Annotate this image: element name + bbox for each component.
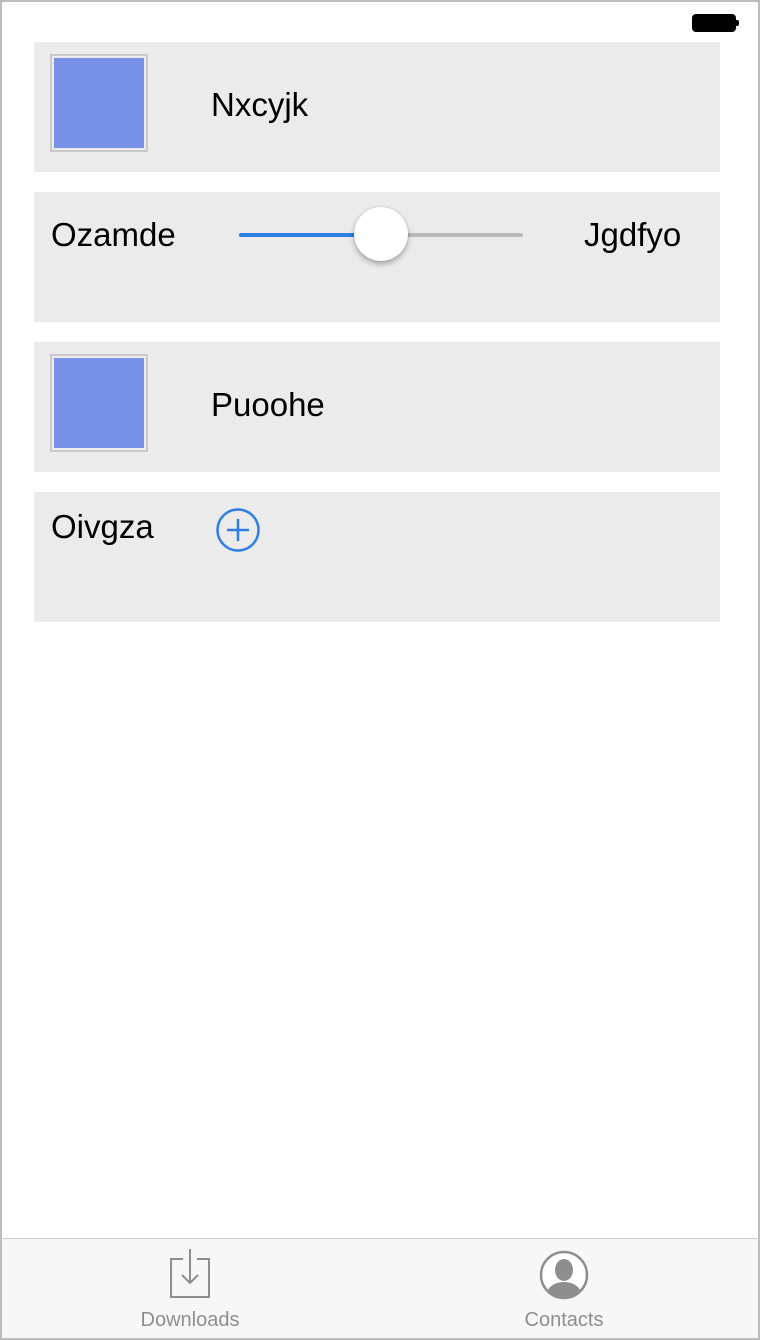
- slider-row: Ozamde Jgdfyo: [34, 192, 720, 322]
- list-item-label: Puoohe: [211, 386, 325, 423]
- download-tray-icon: [170, 1249, 210, 1298]
- slider-min-label: Ozamde: [51, 216, 176, 253]
- image-thumbnail: [50, 54, 148, 152]
- tab-contacts[interactable]: Contacts: [444, 1239, 684, 1338]
- slider-thumb[interactable]: [354, 207, 408, 261]
- add-row-label: Oivgza: [51, 508, 154, 545]
- tab-label: Downloads: [140, 1309, 240, 1331]
- list-item[interactable]: Puoohe: [34, 342, 720, 472]
- app-frame: Nxcyjk Ozamde Jgdfyo Puoohe Oivgza Downl…: [0, 0, 760, 1340]
- image-thumbnail: [50, 354, 148, 452]
- person-circle-icon: [539, 1250, 589, 1300]
- add-row: Oivgza: [34, 492, 720, 622]
- tab-downloads[interactable]: Downloads: [70, 1239, 310, 1338]
- list-item-label: Nxcyjk: [211, 86, 309, 123]
- battery-icon: [692, 14, 739, 32]
- tab-bar: Downloads Contacts: [2, 1238, 758, 1338]
- plus-circle-icon[interactable]: [216, 508, 260, 552]
- list-item[interactable]: Nxcyjk: [34, 42, 720, 172]
- slider-max-label: Jgdfyo: [584, 216, 682, 253]
- tab-label: Contacts: [524, 1309, 604, 1331]
